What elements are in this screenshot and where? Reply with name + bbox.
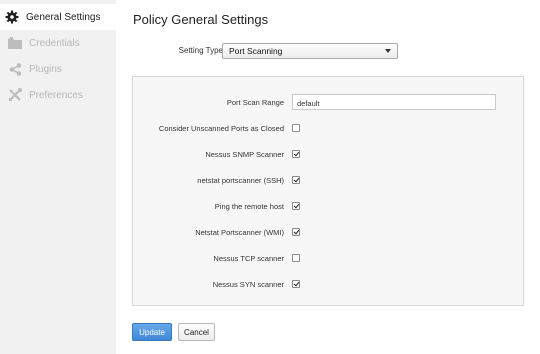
snmp-scanner-checkbox[interactable] xyxy=(292,150,300,158)
field-tcp-scanner: Nessus TCP scanner xyxy=(133,250,525,266)
tools-icon xyxy=(8,88,22,102)
netstat-ssh-checkbox[interactable] xyxy=(292,176,300,184)
page-title: Policy General Settings xyxy=(133,12,269,27)
field-netstat-ssh: netstat portscanner (SSH) xyxy=(133,172,525,188)
settings-panel: Port Scan Range Consider Unscanned Ports… xyxy=(132,76,524,306)
sidebar-item-label: Preferences xyxy=(29,89,83,101)
sidebar-item-label: General Settings xyxy=(26,11,101,23)
sidebar-item-plugins[interactable]: Plugins xyxy=(0,56,116,82)
gear-icon xyxy=(5,10,19,24)
update-button[interactable]: Update xyxy=(132,323,172,341)
setting-type-select[interactable]: Port Scanning xyxy=(222,43,398,59)
field-label: Nessus SYN scanner xyxy=(212,280,284,289)
sidebar-item-credentials[interactable]: Credentials xyxy=(0,30,116,56)
field-netstat-wmi: Netstat Portscanner (WMI) xyxy=(133,224,525,240)
netstat-wmi-checkbox[interactable] xyxy=(292,228,300,236)
setting-type-label: Setting Type xyxy=(178,46,223,55)
field-syn-scanner: Nessus SYN scanner xyxy=(133,276,525,292)
sidebar-item-general-settings[interactable]: General Settings xyxy=(0,4,116,30)
field-label: Nessus SNMP Scanner xyxy=(205,150,284,159)
field-label: Netstat Portscanner (WMI) xyxy=(195,228,284,237)
field-label: Ping the remote host xyxy=(214,202,284,211)
field-port-scan-range: Port Scan Range xyxy=(133,94,525,110)
field-label: Consider Unscanned Ports as Closed xyxy=(158,124,284,133)
consider-unscanned-checkbox[interactable] xyxy=(292,124,300,132)
cancel-button[interactable]: Cancel xyxy=(178,323,215,341)
share-nodes-icon xyxy=(8,62,22,76)
ping-remote-host-checkbox[interactable] xyxy=(292,202,300,210)
field-consider-unscanned: Consider Unscanned Ports as Closed xyxy=(133,120,525,136)
sidebar-item-label: Credentials xyxy=(29,37,80,49)
sidebar-item-label: Plugins xyxy=(29,63,62,75)
tcp-scanner-checkbox[interactable] xyxy=(292,254,300,262)
field-label: Port Scan Range xyxy=(226,98,284,107)
setting-type-value: Port Scanning xyxy=(229,46,283,56)
port-scan-range-input[interactable] xyxy=(292,94,496,110)
sidebar: General Settings Credentials Plugins Pre… xyxy=(0,0,116,354)
field-ping-remote-host: Ping the remote host xyxy=(133,198,525,214)
field-snmp-scanner: Nessus SNMP Scanner xyxy=(133,146,525,162)
field-label: Nessus TCP scanner xyxy=(213,254,284,263)
setting-type-row: Setting Type Port Scanning xyxy=(116,43,540,59)
folder-icon xyxy=(8,36,22,50)
sidebar-item-preferences[interactable]: Preferences xyxy=(0,82,116,108)
field-label: netstat portscanner (SSH) xyxy=(197,176,284,185)
syn-scanner-checkbox[interactable] xyxy=(292,280,300,288)
chevron-down-icon xyxy=(385,49,391,53)
main-content: Policy General Settings Setting Type Por… xyxy=(116,0,540,354)
